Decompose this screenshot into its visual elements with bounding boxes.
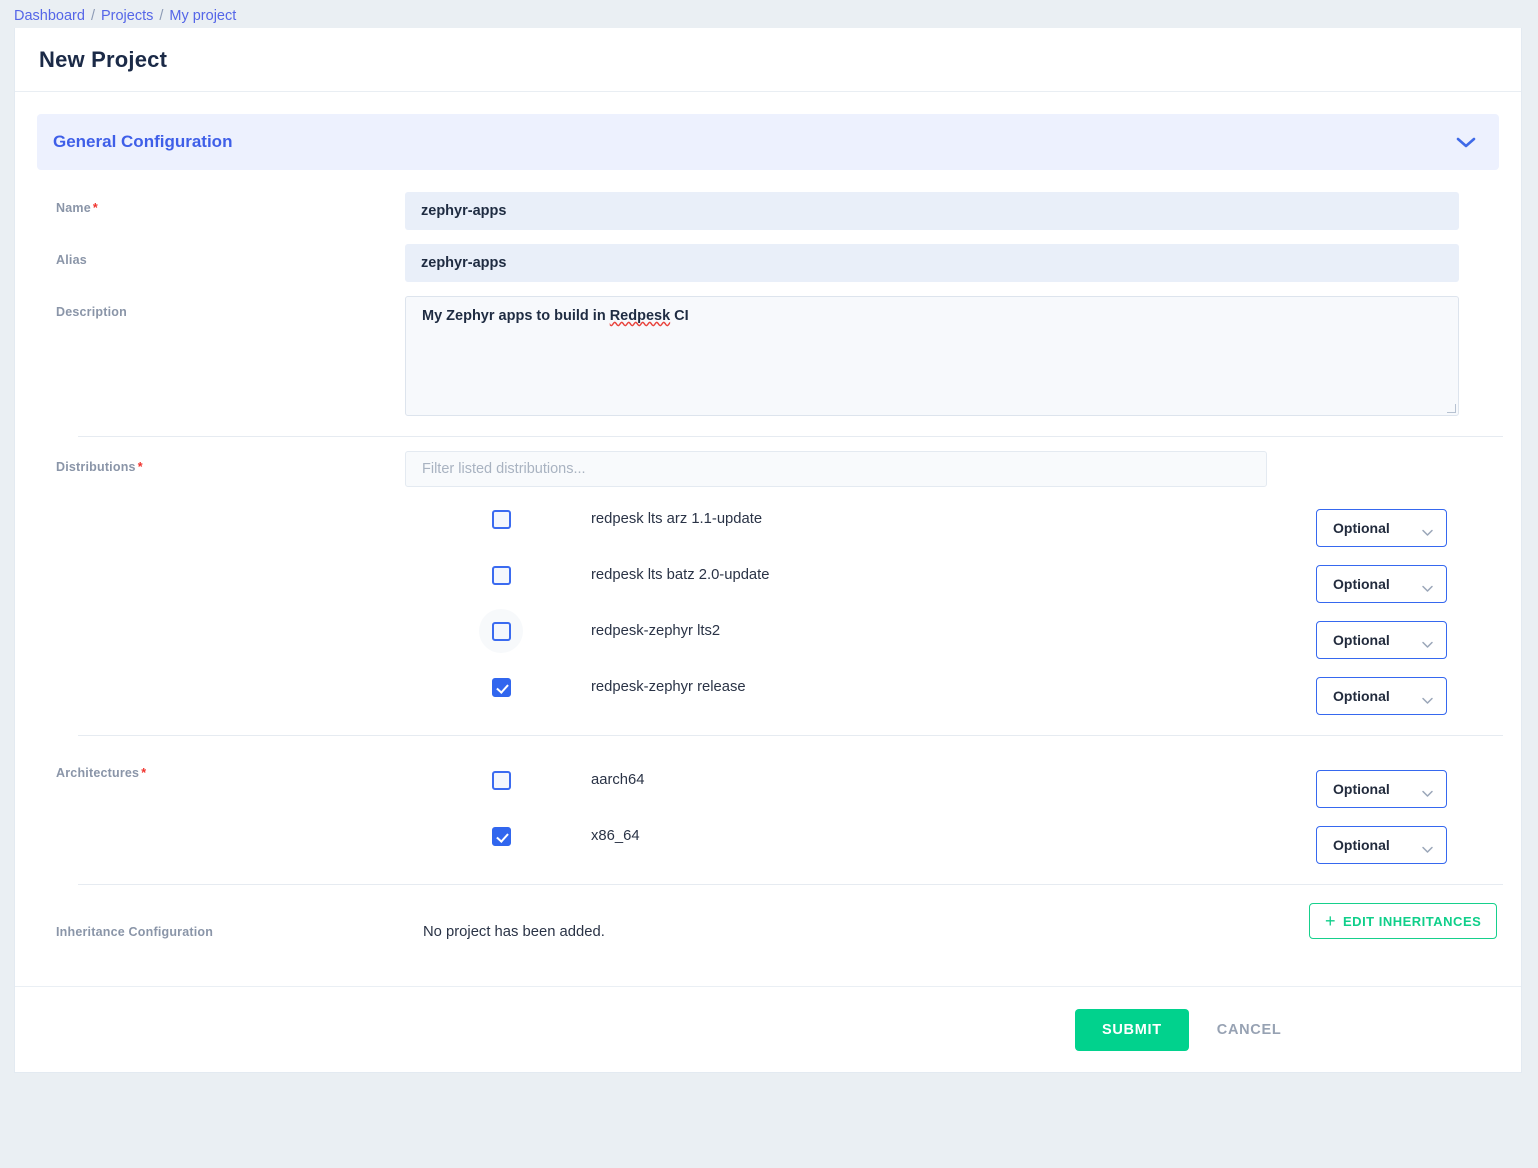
distribution-mode-value: Optional	[1333, 688, 1390, 704]
card-footer: SUBMIT CANCEL	[15, 986, 1521, 1072]
label-name-text: Name	[56, 201, 91, 215]
distribution-mode-select[interactable]: Optional	[1316, 509, 1447, 547]
label-inheritance: Inheritance Configuration	[37, 925, 405, 939]
submit-button[interactable]: SUBMIT	[1075, 1008, 1189, 1051]
required-marker: *	[137, 460, 143, 474]
label-description-text: Description	[56, 305, 127, 319]
label-alias-text: Alias	[56, 253, 87, 267]
distribution-mode-value: Optional	[1333, 632, 1390, 648]
field-row-description: Description My Zephyr apps to build in R…	[37, 282, 1499, 416]
chevron-down-icon	[1421, 692, 1434, 704]
edit-inheritances-label: EDIT INHERITANCES	[1343, 913, 1482, 929]
distribution-checkbox-checked[interactable]	[491, 677, 511, 697]
description-text-misspelled: Redpesk	[609, 308, 671, 324]
field-row-distributions: Distributions *	[37, 437, 1499, 487]
checkbox-wrapper[interactable]	[479, 609, 523, 653]
architecture-checkbox-checked[interactable]	[491, 826, 511, 846]
list-item: x86_64 Optional	[37, 808, 1499, 864]
architectures-list: Architectures * aarch64 Optional x86_64 …	[37, 736, 1499, 864]
general-configuration-header[interactable]: General Configuration	[37, 114, 1499, 170]
architecture-mode-select[interactable]: Optional	[1316, 770, 1447, 808]
chevron-down-icon	[1421, 524, 1434, 536]
list-item: aarch64 Optional	[37, 752, 1499, 808]
distribution-label: redpesk-zephyr lts2	[591, 623, 721, 639]
distribution-mode-select[interactable]: Optional	[1316, 677, 1447, 715]
required-marker: *	[92, 201, 98, 215]
card-header: New Project	[15, 28, 1521, 92]
architecture-checkbox[interactable]	[491, 770, 511, 790]
breadcrumb: Dashboard / Projects / My project	[0, 0, 1538, 28]
edit-inheritances-button[interactable]: + EDIT INHERITANCES	[1309, 903, 1498, 939]
checkbox-wrapper[interactable]	[479, 497, 523, 541]
checkbox-wrapper[interactable]	[479, 553, 523, 597]
list-item: redpesk-zephyr lts2 Optional	[37, 603, 1499, 659]
distributions-filter-input[interactable]	[405, 451, 1267, 487]
label-inheritance-text: Inheritance Configuration	[56, 925, 214, 939]
label-distributions: Distributions *	[37, 451, 405, 474]
field-row-alias: Alias	[37, 230, 1499, 282]
card-body: General Configuration Name* Alias	[15, 92, 1521, 1072]
distribution-checkbox[interactable]	[491, 565, 511, 585]
inheritance-row: Inheritance Configuration No project has…	[37, 885, 1499, 957]
name-input[interactable]	[405, 192, 1459, 230]
label-distributions-text: Distributions	[56, 460, 136, 474]
breadcrumb-item-my-project[interactable]: My project	[169, 8, 236, 24]
breadcrumb-item-dashboard[interactable]: Dashboard	[14, 8, 85, 24]
field-row-name: Name *	[37, 178, 1499, 230]
chevron-down-icon	[1421, 841, 1434, 853]
breadcrumb-item-projects[interactable]: Projects	[101, 8, 153, 24]
distribution-mode-select[interactable]: Optional	[1316, 565, 1447, 603]
description-textarea[interactable]: My Zephyr apps to build in Redpesk CI	[405, 296, 1459, 416]
distribution-checkbox[interactable]	[491, 509, 511, 529]
checkbox-wrapper[interactable]	[479, 758, 523, 802]
architecture-label: aarch64	[591, 772, 645, 788]
chevron-down-icon	[1421, 636, 1434, 648]
architecture-mode-select[interactable]: Optional	[1316, 826, 1447, 864]
label-name: Name *	[37, 192, 405, 215]
chevron-down-icon	[1421, 580, 1434, 592]
checkbox-wrapper[interactable]	[479, 665, 523, 709]
distribution-checkbox[interactable]	[491, 621, 511, 641]
cancel-button[interactable]: CANCEL	[1203, 1009, 1296, 1051]
distribution-label: redpesk-zephyr release	[591, 679, 746, 695]
distribution-mode-value: Optional	[1333, 520, 1390, 536]
checkbox-wrapper[interactable]	[479, 814, 523, 858]
list-item: redpesk lts arz 1.1-update Optional	[37, 491, 1499, 547]
chevron-down-icon[interactable]	[1455, 135, 1477, 149]
page-title: New Project	[39, 46, 168, 72]
architecture-label: x86_64	[591, 828, 640, 844]
breadcrumb-separator: /	[159, 8, 164, 24]
new-project-card: New Project General Configuration Name * …	[14, 28, 1522, 1073]
breadcrumb-separator: /	[90, 8, 95, 24]
inheritance-empty-text: No project has been added.	[423, 924, 605, 940]
architecture-mode-value: Optional	[1333, 837, 1390, 853]
list-item: redpesk-zephyr release Optional	[37, 659, 1499, 715]
distributions-list: redpesk lts arz 1.1-update Optional redp…	[37, 487, 1499, 715]
distribution-mode-value: Optional	[1333, 576, 1390, 592]
distribution-mode-select[interactable]: Optional	[1316, 621, 1447, 659]
plus-icon: +	[1325, 911, 1337, 931]
list-item: redpesk lts batz 2.0-update Optional	[37, 547, 1499, 603]
alias-input[interactable]	[405, 244, 1459, 282]
section-title: General Configuration	[53, 132, 233, 151]
distribution-label: redpesk lts arz 1.1-update	[591, 511, 763, 527]
architecture-mode-value: Optional	[1333, 781, 1390, 797]
chevron-down-icon	[1421, 785, 1434, 797]
description-text-prefix: My Zephyr apps to build in	[422, 308, 610, 324]
label-alias: Alias	[37, 244, 405, 267]
distribution-label: redpesk lts batz 2.0-update	[591, 567, 770, 583]
label-description: Description	[37, 296, 405, 319]
description-text-suffix: CI	[670, 308, 689, 324]
